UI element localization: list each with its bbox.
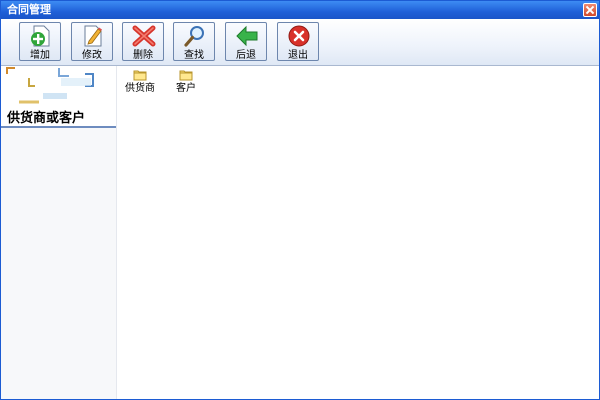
find-button-label: 查找 — [184, 50, 204, 61]
edit-button[interactable]: 修改 — [71, 22, 113, 61]
magnifier-icon — [184, 26, 204, 47]
sidebar: 供货商或客户 — [1, 66, 117, 399]
back-button[interactable]: 后退 — [225, 22, 267, 61]
folder-item-customers[interactable]: 客户 — [165, 69, 207, 103]
folder-icon — [133, 70, 147, 81]
edit-button-label: 修改 — [82, 50, 102, 61]
edit-document-icon — [84, 25, 102, 47]
delete-x-icon — [132, 25, 156, 47]
find-button[interactable]: 查找 — [173, 22, 215, 61]
window-title: 合同管理 — [7, 3, 51, 16]
exit-button-label: 退出 — [288, 50, 308, 61]
exit-button[interactable]: 退出 — [277, 22, 319, 61]
back-button-label: 后退 — [236, 50, 256, 61]
title-bar[interactable]: 合同管理 — [1, 1, 599, 19]
sidebar-banner: 供货商或客户 — [1, 66, 116, 128]
banner-decoration-image — [6, 67, 94, 104]
contract-management-window: 合同管理 增加 修改 删除 查找 后退 退出 供货商或客户 供货商 客户 — [0, 0, 600, 400]
folder-label: 客户 — [176, 83, 196, 94]
toolbar: 增加 修改 删除 查找 后退 退出 — [1, 19, 599, 66]
sidebar-title: 供货商或客户 — [7, 111, 86, 126]
folder-label: 供货商 — [125, 83, 155, 94]
delete-button-label: 删除 — [133, 50, 153, 61]
exit-icon — [288, 25, 310, 47]
add-button[interactable]: 增加 — [19, 22, 61, 61]
folder-item-suppliers[interactable]: 供货商 — [119, 69, 161, 103]
back-arrow-icon — [236, 25, 258, 47]
close-button[interactable] — [583, 3, 597, 17]
add-document-icon — [31, 25, 50, 47]
folder-icon — [179, 70, 193, 81]
main-panel: 供货商 客户 — [117, 66, 599, 399]
delete-button[interactable]: 删除 — [122, 22, 164, 61]
add-button-label: 增加 — [30, 50, 50, 61]
